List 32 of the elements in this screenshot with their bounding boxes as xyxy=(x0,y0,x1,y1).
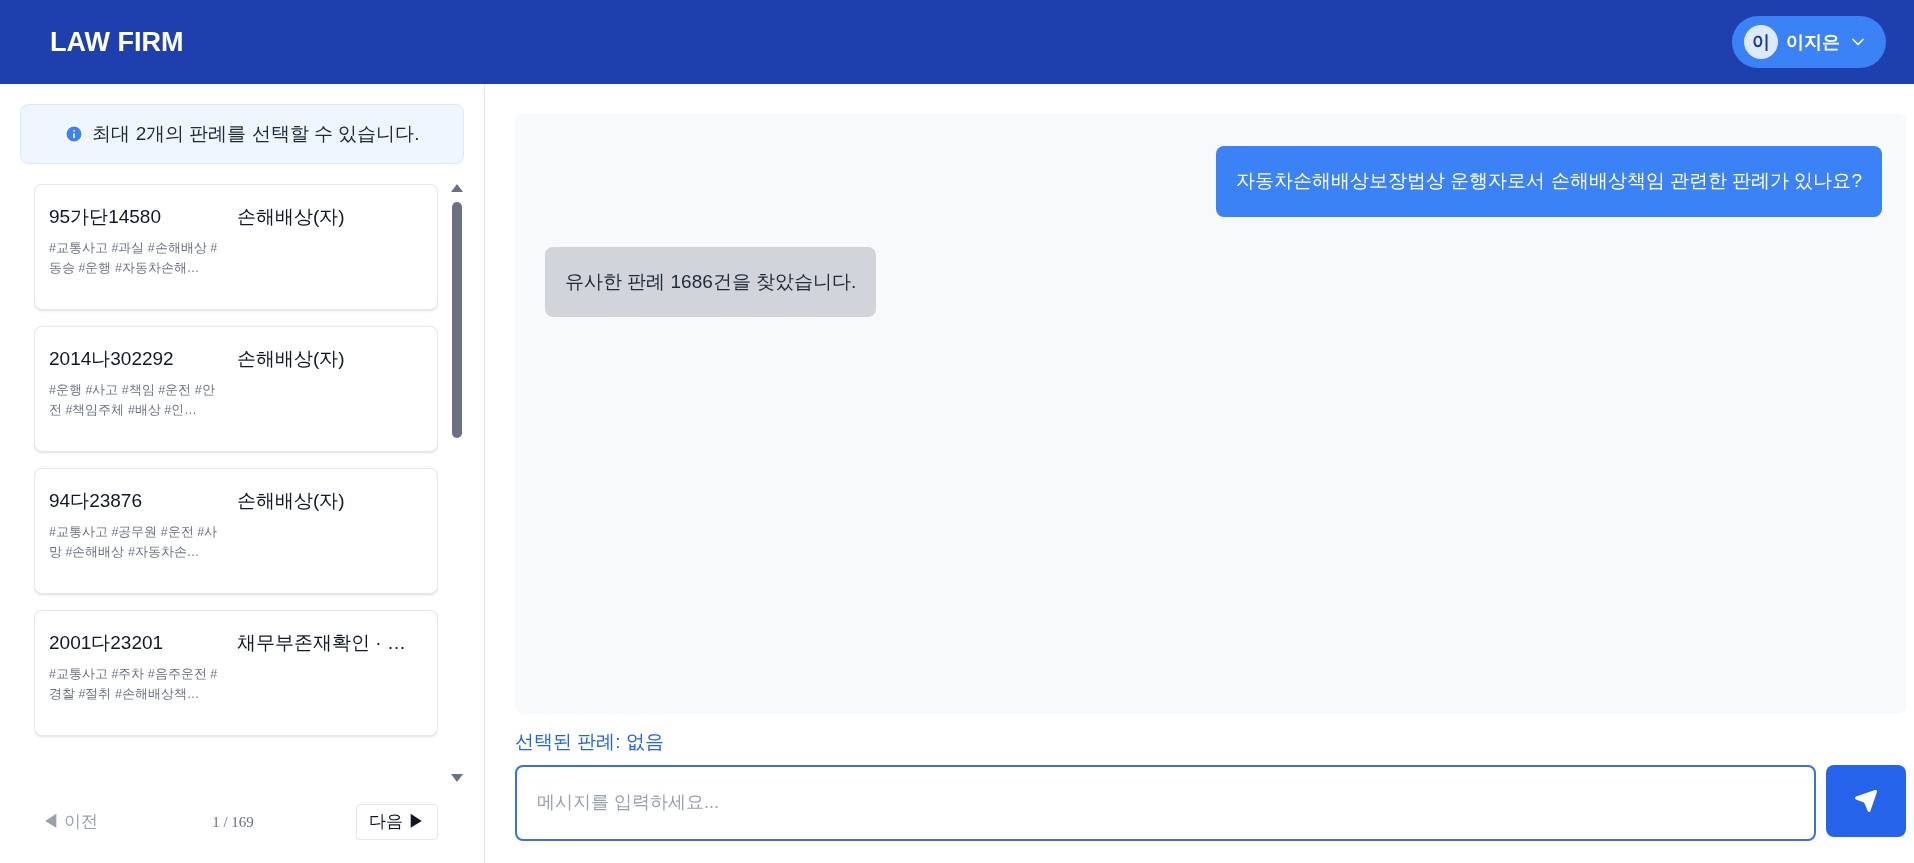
case-card[interactable]: 2014나302292 손해배상(자) #운행 #사고 #책임 #운전 #안전 #책임주체 #배상 #인… xyxy=(34,326,438,452)
scroll-thumb[interactable] xyxy=(452,202,462,438)
case-number: 2001다23201 xyxy=(49,631,165,655)
next-button[interactable]: 다음 ▶ xyxy=(356,804,438,840)
case-title: 손해배상(자) xyxy=(237,205,345,229)
user-message: 자동차손해배상보장법상 운행자로서 손해배상책임 관련한 판례가 있나요? xyxy=(1216,146,1882,217)
notice-text: 최대 2개의 판례를 선택할 수 있습니다. xyxy=(92,121,420,146)
case-tags: #교통사고 #주차 #음주운전 #경찰 #절취 #손해배상책… xyxy=(49,663,221,704)
case-tags: #교통사고 #과실 #손해배상 #동승 #운행 #자동차손해… xyxy=(49,237,221,278)
case-card[interactable]: 94다23876 손해배상(자) #교통사고 #공무원 #운전 #사망 #손해배상 #자동차손… xyxy=(34,468,438,594)
scroll-up-icon xyxy=(451,184,463,192)
case-title: 채무부존재확인 · … xyxy=(237,631,406,655)
logo: LAW FIRM xyxy=(50,25,184,59)
case-tags: #교통사고 #공무원 #운전 #사망 #손해배상 #자동차손… xyxy=(49,521,221,562)
selected-cases-label: 선택된 판례: 없음 xyxy=(515,730,665,754)
assistant-message: 유사한 판례 1686건을 찾았습니다. xyxy=(545,246,877,317)
case-number: 94다23876 xyxy=(49,489,143,513)
case-card[interactable]: 2001다23201 채무부존재확인 · … #교통사고 #주차 #음주운전 #경찰 #절취 #손해배상책… xyxy=(34,610,438,736)
message-input[interactable]: 메시지를 입력하세요... xyxy=(515,764,1816,841)
case-card[interactable]: 95가단14580 손해배상(자) #교통사고 #과실 #손해배상 #동승 #운행 #자동차손해… xyxy=(34,184,438,310)
user-avatar: 이 xyxy=(1744,25,1778,59)
info-icon xyxy=(64,124,85,144)
send-icon xyxy=(1854,788,1878,813)
case-title: 손해배상(자) xyxy=(237,347,345,371)
case-title: 손해배상(자) xyxy=(237,489,345,513)
send-button[interactable] xyxy=(1826,764,1906,837)
page-indicator: 1 / 169 xyxy=(212,812,254,832)
user-menu[interactable]: 이 이지은 xyxy=(1732,16,1886,68)
scroll-down-icon xyxy=(451,774,463,782)
case-tags: #운행 #사고 #책임 #운전 #안전 #책임주체 #배상 #인… xyxy=(49,379,221,420)
case-number: 95가단14580 xyxy=(49,205,162,229)
case-number: 2014나302292 xyxy=(49,347,175,371)
